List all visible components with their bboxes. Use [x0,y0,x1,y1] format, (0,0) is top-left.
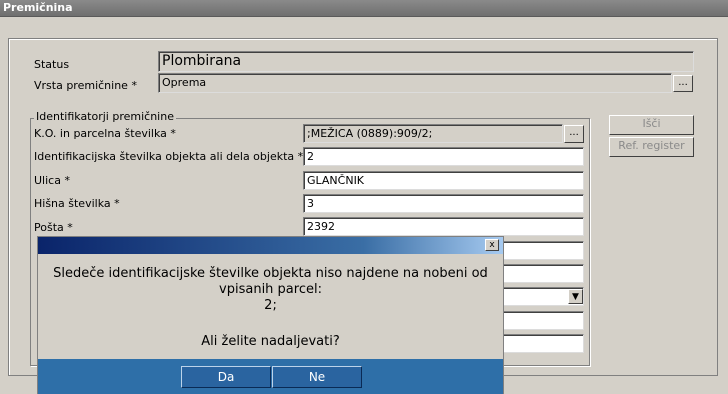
ulica-input[interactable]: GLANČNIK [303,171,584,190]
vrsta-label: Vrsta premičnine * [34,79,137,92]
status-label: Status [34,58,70,71]
yes-button[interactable]: Da [181,366,271,388]
hisna-stevilka-input[interactable]: 3 [303,194,584,213]
isci-button[interactable]: Išči [609,115,694,135]
ko-parcel-label: K.O. in parcelna številka * [34,127,176,140]
objekt-id-input[interactable]: 2 [303,147,584,166]
objekt-id-label: Identifikacijska številka objekta ali de… [34,150,304,163]
dialog-message-line2: vpisanih parcel: [219,282,322,297]
ko-parcel-browse-button[interactable]: ... [564,125,584,143]
dialog-question: Ali želite nadaljevati? [201,334,340,349]
confirm-dialog: x Sledeče identifikacijske številke obje… [37,236,504,394]
hisna-stevilka-label: Hišna številka * [34,197,120,210]
dialog-message-line1: Sledeče identifikacijske številke objekt… [53,266,488,281]
dialog-footer: Da Ne [38,359,503,394]
dialog-title-bar: x [38,237,503,254]
window-title: Premičnina [3,1,73,14]
ko-parcel-field: ;MEŽICA (0889):909/2; [303,124,563,143]
combo-arrow-icon[interactable]: ▼ [568,289,583,304]
ref-register-button[interactable]: Ref. register [609,137,694,157]
posta-input[interactable]: 2392 [303,217,584,236]
identifikatorji-group-label: Identifikatorji premičnine [34,110,176,123]
close-icon[interactable]: x [485,239,499,251]
window-title-bar: Premičnina [0,0,728,17]
dialog-message-line3: 2; [264,298,277,313]
vrsta-browse-button[interactable]: ... [673,75,693,92]
vrsta-field: Oprema [158,73,672,93]
no-button[interactable]: Ne [272,366,362,388]
posta-label: Pošta * [34,221,73,234]
ulica-label: Ulica * [34,174,70,187]
status-field: Plombirana [158,51,694,72]
